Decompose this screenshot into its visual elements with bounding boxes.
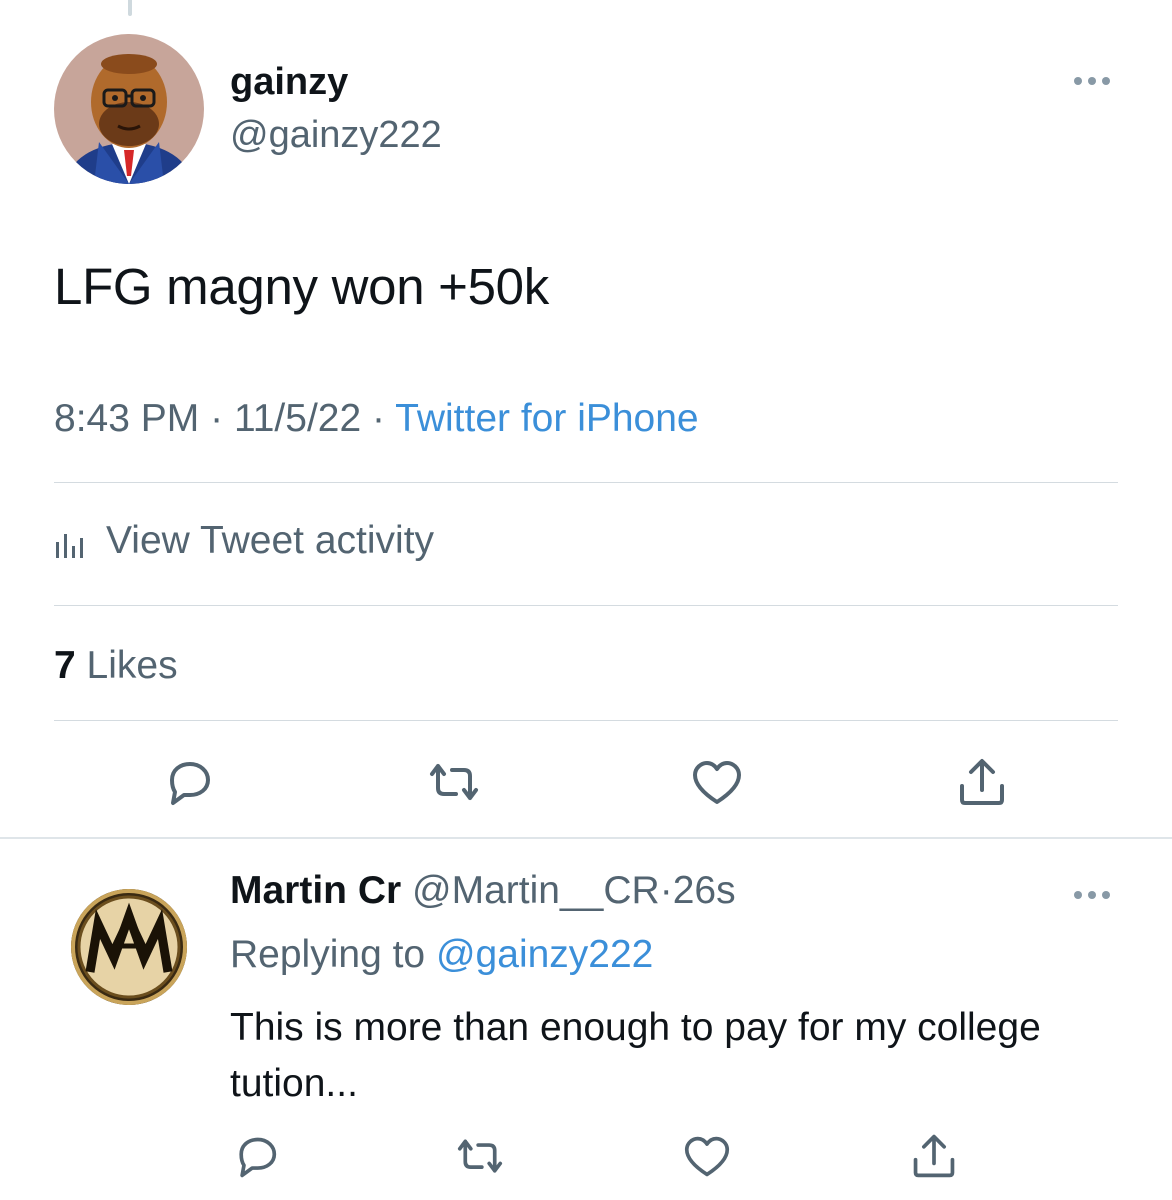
likes-count: 7 (54, 644, 76, 687)
tweet-text: LFG magny won +50k (54, 258, 549, 315)
tweet-source-link[interactable]: Twitter for iPhone (395, 397, 698, 440)
divider (54, 482, 1118, 483)
meta-separator: · (210, 397, 224, 440)
reply-header: Martin Cr @Martin__CR·26s (230, 866, 736, 916)
like-button[interactable] (690, 758, 744, 813)
share-button[interactable] (954, 756, 1010, 813)
tweet-date[interactable]: 11/5/22 (234, 397, 361, 440)
avatar[interactable] (54, 34, 204, 184)
replying-label: Replying to (230, 933, 426, 976)
reply-text: This is more than enough to pay for my c… (230, 1006, 1041, 1105)
tweet-time[interactable]: 8:43 PM (54, 397, 199, 440)
meta-separator: · (372, 397, 386, 440)
retweet-button[interactable] (424, 758, 484, 813)
likes-label: Likes (86, 644, 178, 687)
more-options-button[interactable] (1072, 74, 1112, 86)
reply-author-name[interactable]: Martin Cr (230, 869, 401, 912)
meta-separator: · (659, 869, 673, 912)
replying-to-mention[interactable]: @gainzy222 (436, 933, 653, 976)
divider (54, 605, 1118, 606)
more-horizontal-icon (1074, 77, 1110, 85)
retweet-icon (430, 764, 478, 800)
reply-bubble-icon (239, 1137, 277, 1178)
more-horizontal-icon (1074, 891, 1110, 899)
tweet-metadata: 8:43 PM · 11/5/22 · Twitter for iPhone (54, 394, 699, 444)
reply-like-button[interactable] (682, 1134, 732, 1185)
thread-connector-line (128, 0, 132, 16)
likes-count-link[interactable]: 7 Likes (54, 642, 178, 690)
tweet-author-handle[interactable]: @gainzy222 (230, 112, 442, 158)
reply-share-button[interactable] (908, 1132, 960, 1185)
reply-more-options-button[interactable] (1072, 888, 1112, 900)
reply-author-handle[interactable]: @Martin__CR (412, 869, 660, 912)
tweet-separator (0, 837, 1172, 839)
divider (54, 720, 1118, 721)
retweet-icon (457, 1139, 503, 1173)
share-upload-icon (913, 1134, 955, 1178)
view-tweet-activity-link[interactable]: View Tweet activity (54, 516, 434, 566)
reply-age[interactable]: 26s (673, 869, 736, 912)
activity-label: View Tweet activity (106, 519, 435, 562)
reply-button[interactable] (160, 758, 214, 813)
replying-to: Replying to @gainzy222 (230, 930, 653, 980)
heart-icon (693, 761, 741, 804)
reply-bubble-icon (170, 762, 210, 805)
share-upload-icon (960, 759, 1004, 805)
reply-avatar[interactable] (54, 872, 204, 1022)
reply-reply-button[interactable] (230, 1134, 280, 1185)
tweet-author-name[interactable]: gainzy (230, 60, 348, 104)
bar-chart-icon (56, 533, 83, 558)
reply-retweet-button[interactable] (452, 1134, 508, 1185)
heart-icon (684, 1136, 730, 1177)
